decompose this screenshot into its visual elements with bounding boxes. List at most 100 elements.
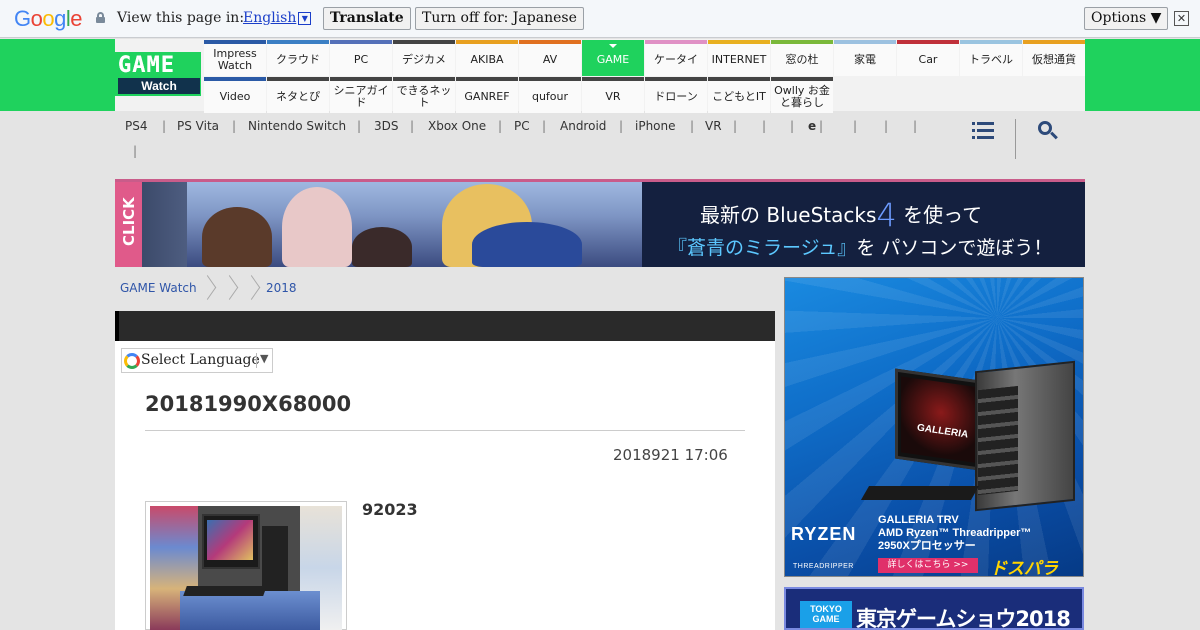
banner-game-title: 『蒼青のミラージュ』 xyxy=(668,237,857,259)
ad-banner[interactable]: CLICK 最新の BlueStacks4 を使って 『蒼青のミラージュ』を パ… xyxy=(115,179,1085,267)
nav-separator: | xyxy=(232,119,237,133)
chevron-down-icon[interactable]: ▼ xyxy=(298,12,312,25)
ad-spec-line-1: GALLERIA TRV xyxy=(878,514,959,526)
nav-item[interactable]: AV xyxy=(519,40,581,76)
ad-spec: GALLERIA TRV AMD Ryzen™ Threadripper™ 29… xyxy=(878,514,1031,553)
article-date: 2018921 17:06 xyxy=(613,446,728,464)
nav-item[interactable]: Owlly お金と暮らし xyxy=(771,77,833,113)
google-logo-letter: o xyxy=(30,6,43,31)
banner-line-1: 最新の BlueStacks4 を使って xyxy=(700,196,982,234)
nav-item[interactable]: できるネット xyxy=(393,77,455,113)
nav-separator: | xyxy=(162,119,167,133)
nav-item[interactable]: 家電 xyxy=(834,40,896,76)
platform-nav-item[interactable]: PS Vita xyxy=(177,119,219,133)
banner-line-2b: を パソコンで遊ぼう！ xyxy=(856,237,1053,259)
banner-line-2: 『蒼青のミラージュ』を パソコンで遊ぼう！ xyxy=(668,233,1052,260)
nav-item[interactable]: qufour xyxy=(519,77,581,113)
tgs-ad[interactable]: TOKYO GAME 東京ゲームショウ2018 xyxy=(784,587,1084,630)
google-logo-letter: G xyxy=(14,6,31,31)
nav-item[interactable]: VR xyxy=(582,77,644,113)
banner-artwork xyxy=(142,182,642,267)
nav-item[interactable]: INTERNET xyxy=(708,40,770,76)
nav-separator: | xyxy=(913,119,918,133)
translate-button[interactable]: Translate xyxy=(323,7,411,30)
ad-spec-line-3: 2950Xプロセッサー xyxy=(878,540,976,552)
nav-separator: | xyxy=(690,119,695,133)
click-label: CLICK xyxy=(120,197,138,246)
breadcrumb-item-home[interactable]: GAME Watch xyxy=(120,281,197,295)
tgs-title: 東京ゲームショウ2018 xyxy=(856,607,1071,630)
article-subheading: 92023 xyxy=(362,500,418,519)
ad-spec-line-2: AMD Ryzen™ Threadripper™ xyxy=(878,527,1032,539)
platform-nav-item[interactable]: VR xyxy=(705,119,722,133)
options-button[interactable]: Options ▼ xyxy=(1084,7,1169,30)
nav-separator: | xyxy=(619,119,624,133)
translate-bar: Google View this page in: English ▼ Trans… xyxy=(0,0,1200,38)
nav-item[interactable]: シニアガイド xyxy=(330,77,392,113)
close-icon[interactable]: ✕ xyxy=(1174,11,1189,26)
header-divider xyxy=(1015,119,1016,159)
ad-details-button[interactable]: 詳しくはこちら >> xyxy=(878,558,978,573)
google-logo-letter: e xyxy=(70,6,83,31)
platform-nav-item[interactable]: PC xyxy=(514,119,530,133)
nav-item[interactable]: デジカメ xyxy=(393,40,455,76)
turn-off-button[interactable]: Turn off for: Japanese xyxy=(415,7,584,30)
threadripper-label: THREADRIPPER xyxy=(793,563,854,570)
chevron-right-icon xyxy=(228,276,236,300)
banner-line-1b: を使って xyxy=(896,203,983,227)
search-icon[interactable] xyxy=(1038,121,1058,141)
lock-icon xyxy=(96,12,105,23)
platform-nav-item[interactable]: iPhone xyxy=(635,119,676,133)
platform-nav-item[interactable]: PS4 xyxy=(125,119,148,133)
nav-item[interactable]: ネタとぴ xyxy=(267,77,329,113)
nav-item[interactable]: Video xyxy=(204,77,266,113)
google-logo-letter: g xyxy=(54,6,66,31)
site-logo[interactable]: GAME Watch xyxy=(115,52,201,96)
nav-item[interactable]: トラベル xyxy=(960,40,1022,76)
nav-separator: | xyxy=(357,119,362,133)
platform-nav-item[interactable]: Nintendo Switch xyxy=(248,119,346,133)
nav-item[interactable]: GANREF xyxy=(456,77,518,113)
nav-separator: | xyxy=(733,119,738,133)
article-image[interactable] xyxy=(150,506,342,630)
nav-item[interactable]: 窓の杜 xyxy=(771,40,833,76)
ryzen-logo: RYZEN xyxy=(791,524,857,544)
nav-item[interactable]: Impress Watch xyxy=(204,40,266,76)
logo-watch-text: Watch xyxy=(118,78,200,94)
nav-item[interactable]: GAME xyxy=(582,40,644,76)
nav-separator: | xyxy=(853,119,858,133)
nav-item[interactable]: AKIBA xyxy=(456,40,518,76)
nav-separator: | xyxy=(762,119,767,133)
nav-item[interactable]: ドローン xyxy=(645,77,707,113)
galleria-ad[interactable]: GALLERIA RYZEN THREADRIPPER GALLERIA TRV… xyxy=(784,277,1084,577)
language-name[interactable]: English xyxy=(243,10,296,26)
view-page-text: View this page in: xyxy=(117,10,245,26)
nav-item[interactable]: ケータイ xyxy=(645,40,707,76)
platform-nav-item[interactable]: Xbox One xyxy=(428,119,486,133)
platform-nav-item[interactable]: Android xyxy=(560,119,606,133)
google-logo: Google xyxy=(14,6,83,32)
nav-item[interactable]: クラウド xyxy=(267,40,329,76)
google-logo-letter: o xyxy=(42,6,55,31)
google-g-icon xyxy=(124,353,140,369)
nav-item[interactable]: Car xyxy=(897,40,959,76)
chevron-down-icon: ▼ xyxy=(260,352,269,365)
language-dropdown[interactable]: English ▼ xyxy=(243,10,312,26)
title-divider xyxy=(145,430,745,431)
article-header-bar xyxy=(115,311,775,341)
nav-item[interactable]: PC xyxy=(330,40,392,76)
banner-four: 4 xyxy=(876,196,897,234)
dospara-logo: ドスパラ xyxy=(990,559,1058,577)
breadcrumb-item-year[interactable]: 2018 xyxy=(266,281,297,295)
language-select[interactable]: Select Language ▼ xyxy=(121,348,273,373)
nav-item[interactable]: こどもとIT xyxy=(708,77,770,113)
nav-separator: | xyxy=(819,119,824,133)
chevron-right-icon xyxy=(206,276,214,300)
platform-nav-item[interactable]: e xyxy=(808,119,816,133)
chevron-right-icon xyxy=(250,276,258,300)
nav-item[interactable]: 仮想通貨 xyxy=(1023,40,1085,76)
menu-icon[interactable] xyxy=(972,122,994,139)
nav-separator: | xyxy=(498,119,503,133)
platform-nav-item[interactable]: 3DS xyxy=(374,119,399,133)
language-select-label: Select Language xyxy=(141,352,260,368)
